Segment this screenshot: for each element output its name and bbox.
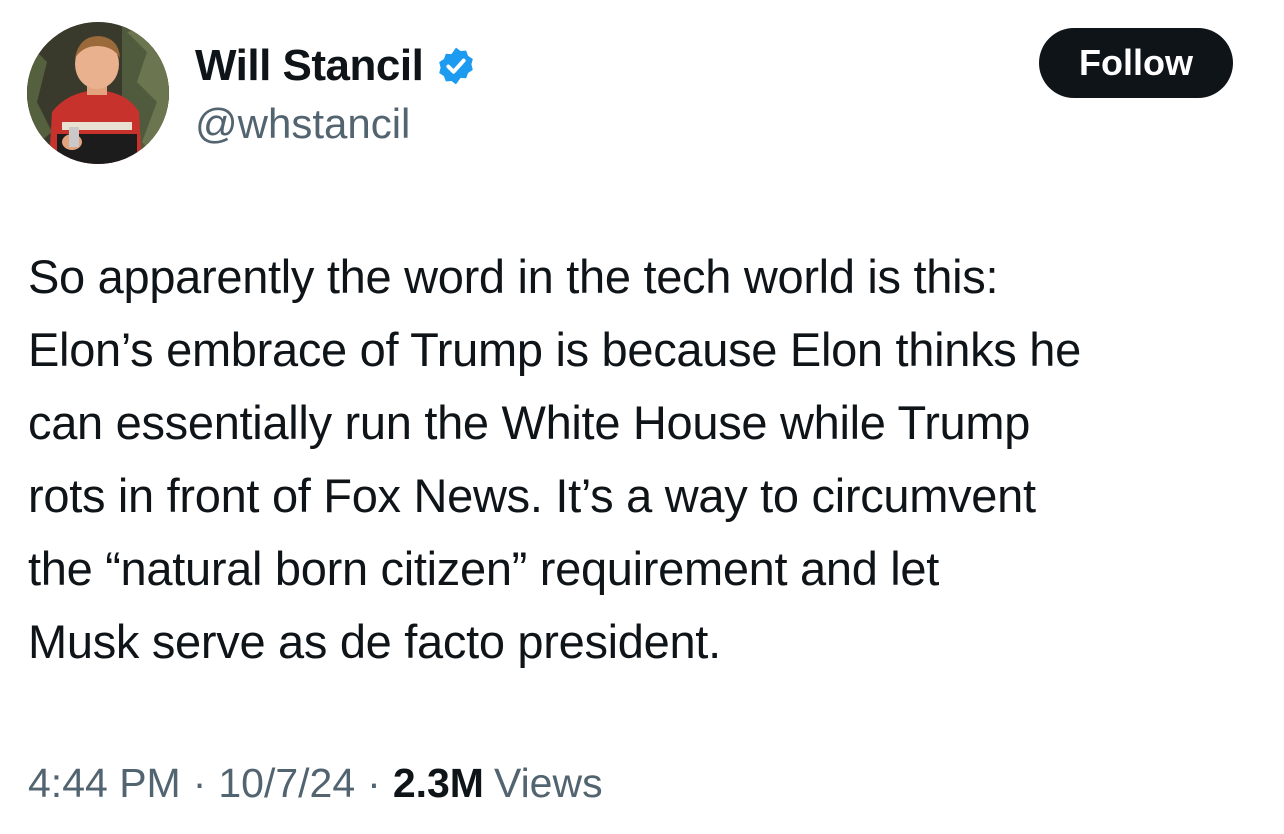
author-display-name[interactable]: Will Stancil <box>195 41 424 91</box>
follow-button[interactable]: Follow <box>1039 28 1233 98</box>
tweet-meta: 4:44 PM · 10/7/24 · 2.3M Views <box>28 760 603 807</box>
views-count: 2.3M <box>392 760 484 806</box>
tweet-header: Will Stancil @whstancil Follow <box>0 0 1284 180</box>
meta-separator: · <box>192 760 207 806</box>
tweet-time[interactable]: 4:44 PM <box>28 760 181 807</box>
verified-badge-icon[interactable] <box>435 45 477 87</box>
tweet-date[interactable]: 10/7/24 <box>218 760 355 807</box>
meta-separator: · <box>367 760 381 806</box>
author-name-row: Will Stancil <box>195 40 477 92</box>
tweet: Will Stancil @whstancil Follow So appare… <box>0 0 1284 834</box>
avatar-image <box>27 22 169 164</box>
author-handle[interactable]: @whstancil <box>195 100 410 148</box>
views-label: Views <box>493 760 603 806</box>
tweet-text: So apparently the word in the tech world… <box>28 250 1081 668</box>
avatar[interactable] <box>27 22 169 164</box>
